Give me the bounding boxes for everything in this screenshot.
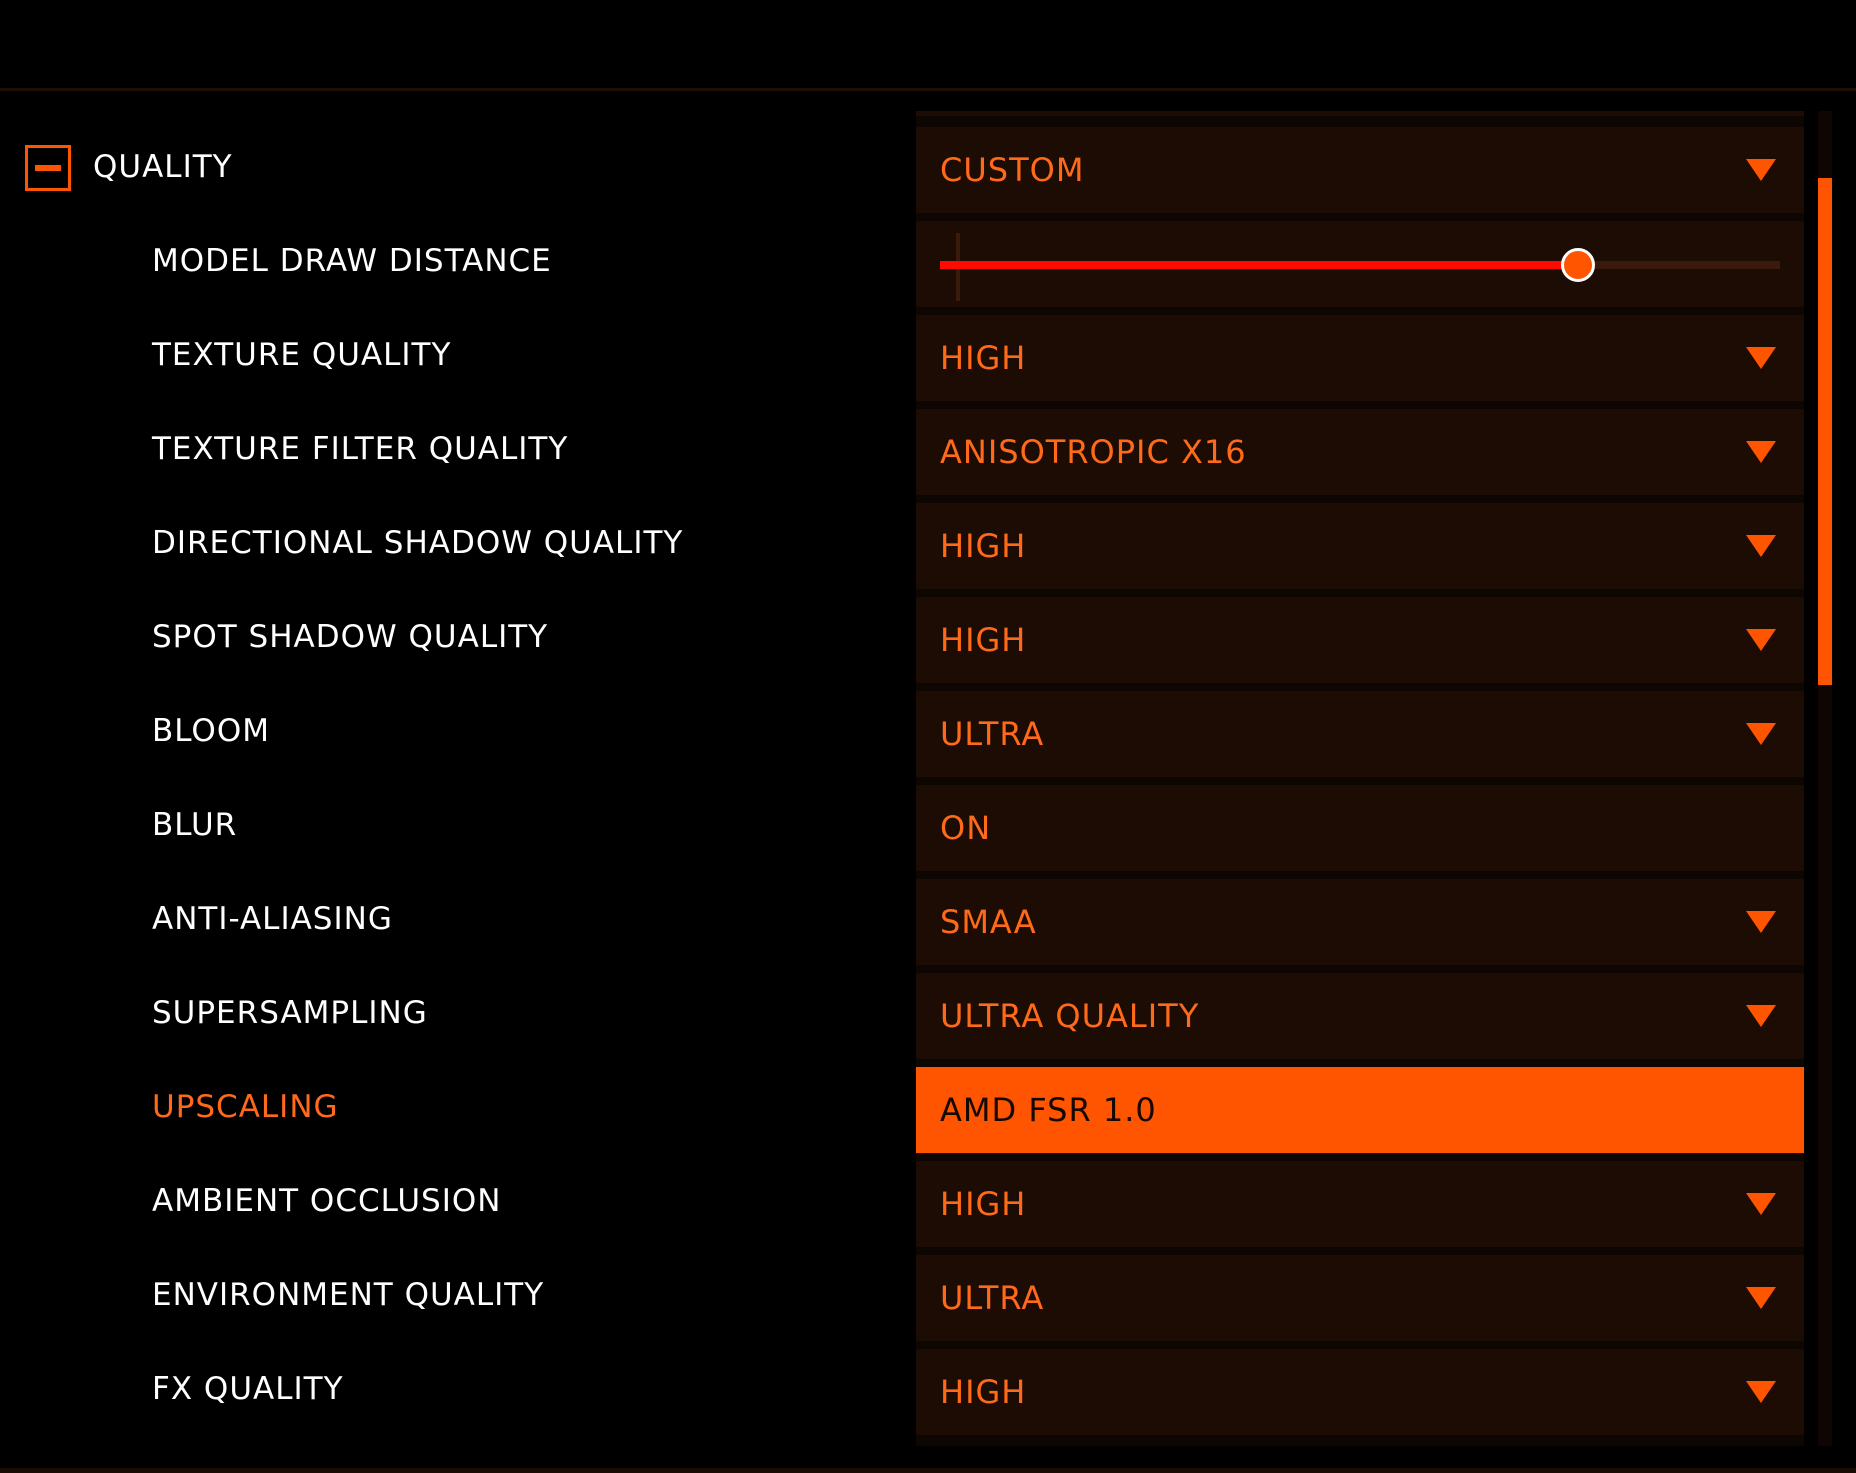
setting-value: ANISOTROPIC X16 <box>940 433 1247 471</box>
setting-label: TEXTURE QUALITY <box>152 337 452 373</box>
ambient-occlusion-dropdown[interactable]: HIGH <box>916 1161 1804 1247</box>
setting-value: SMAA <box>940 903 1037 941</box>
setting-label: ANTI-ALIASING <box>152 901 393 937</box>
setting-row-spot-shadow-quality: SPOT SHADOW QUALITY HIGH <box>0 590 1804 684</box>
setting-row-directional-shadow-quality: DIRECTIONAL SHADOW QUALITY HIGH <box>0 496 1804 590</box>
dropdown-arrow-icon <box>1746 1287 1776 1309</box>
setting-label: SUPERSAMPLING <box>152 995 428 1031</box>
setting-value: ON <box>940 809 992 847</box>
setting-label: BLOOM <box>152 713 270 749</box>
anti-aliasing-dropdown[interactable]: SMAA <box>916 879 1804 965</box>
dropdown-arrow-icon <box>1746 1005 1776 1027</box>
setting-row-bloom: BLOOM ULTRA <box>0 684 1804 778</box>
setting-label: SPOT SHADOW QUALITY <box>152 619 549 655</box>
texture-filter-quality-dropdown[interactable]: ANISOTROPIC X16 <box>916 409 1804 495</box>
slider-thumb[interactable] <box>1561 248 1596 282</box>
dropdown-arrow-icon <box>1746 1381 1776 1403</box>
supersampling-dropdown[interactable]: ULTRA QUALITY <box>916 973 1804 1059</box>
setting-value: HIGH <box>940 1373 1027 1411</box>
texture-quality-dropdown[interactable]: HIGH <box>916 315 1804 401</box>
setting-row-environment-quality: ENVIRONMENT QUALITY ULTRA <box>0 1248 1804 1342</box>
setting-label: DIRECTIONAL SHADOW QUALITY <box>152 525 684 561</box>
environment-quality-dropdown[interactable]: ULTRA <box>916 1255 1804 1341</box>
directional-shadow-quality-dropdown[interactable]: HIGH <box>916 503 1804 589</box>
setting-row-anti-aliasing: ANTI-ALIASING SMAA <box>0 872 1804 966</box>
setting-value: ULTRA <box>940 1279 1045 1317</box>
dropdown-arrow-icon <box>1746 911 1776 933</box>
section-title: QUALITY <box>93 149 233 185</box>
setting-row-texture-filter-quality: TEXTURE FILTER QUALITY ANISOTROPIC X16 <box>0 402 1804 496</box>
section-header-quality[interactable]: QUALITY CUSTOM <box>0 120 1804 214</box>
setting-row-blur: BLUR ON <box>0 778 1804 872</box>
setting-value: ULTRA <box>940 715 1045 753</box>
setting-label: MODEL DRAW DISTANCE <box>152 243 552 279</box>
setting-row-texture-quality: TEXTURE QUALITY HIGH <box>0 308 1804 402</box>
top-bar <box>0 0 1856 91</box>
spot-shadow-quality-dropdown[interactable]: HIGH <box>916 597 1804 683</box>
setting-value: AMD FSR 1.0 <box>940 1091 1157 1129</box>
setting-label: AMBIENT OCCLUSION <box>152 1183 502 1219</box>
setting-value: HIGH <box>940 1185 1027 1223</box>
dropdown-arrow-icon <box>1746 441 1776 463</box>
setting-row-ambient-occlusion: AMBIENT OCCLUSION HIGH <box>0 1154 1804 1248</box>
setting-label: BLUR <box>152 807 238 843</box>
fx-quality-dropdown[interactable]: HIGH <box>916 1349 1804 1435</box>
quality-preset-dropdown[interactable]: CUSTOM <box>916 127 1804 213</box>
model-draw-distance-slider[interactable] <box>916 221 1804 307</box>
setting-label: TEXTURE FILTER QUALITY <box>152 431 569 467</box>
setting-row-supersampling: SUPERSAMPLING ULTRA QUALITY <box>0 966 1804 1060</box>
setting-label: UPSCALING <box>152 1089 339 1125</box>
setting-value: HIGH <box>940 339 1027 377</box>
setting-row-fx-quality: FX QUALITY HIGH <box>0 1342 1804 1436</box>
dropdown-arrow-icon <box>1746 723 1776 745</box>
bottom-bar <box>0 1468 1856 1473</box>
dropdown-arrow-icon <box>1746 159 1776 181</box>
setting-value: ULTRA QUALITY <box>940 997 1200 1035</box>
setting-value: HIGH <box>940 621 1027 659</box>
setting-value: HIGH <box>940 527 1027 565</box>
blur-toggle[interactable]: ON <box>916 785 1804 871</box>
setting-row-upscaling: UPSCALING AMD FSR 1.0 <box>0 1060 1804 1154</box>
controls-top-edge <box>916 111 1804 116</box>
quality-preset-value: CUSTOM <box>940 151 1085 189</box>
setting-label: ENVIRONMENT QUALITY <box>152 1277 545 1313</box>
upscaling-toggle[interactable]: AMD FSR 1.0 <box>916 1067 1804 1153</box>
bloom-dropdown[interactable]: ULTRA <box>916 691 1804 777</box>
setting-label: FX QUALITY <box>152 1371 344 1407</box>
dropdown-arrow-icon <box>1746 629 1776 651</box>
slider-fill <box>940 261 1579 269</box>
dropdown-arrow-icon <box>1746 347 1776 369</box>
scrollbar-thumb[interactable] <box>1818 177 1832 686</box>
minus-square-icon[interactable] <box>25 145 71 191</box>
minus-bar <box>35 165 61 171</box>
setting-row-model-draw-distance: MODEL DRAW DISTANCE <box>0 214 1804 308</box>
dropdown-arrow-icon <box>1746 1193 1776 1215</box>
dropdown-arrow-icon <box>1746 535 1776 557</box>
